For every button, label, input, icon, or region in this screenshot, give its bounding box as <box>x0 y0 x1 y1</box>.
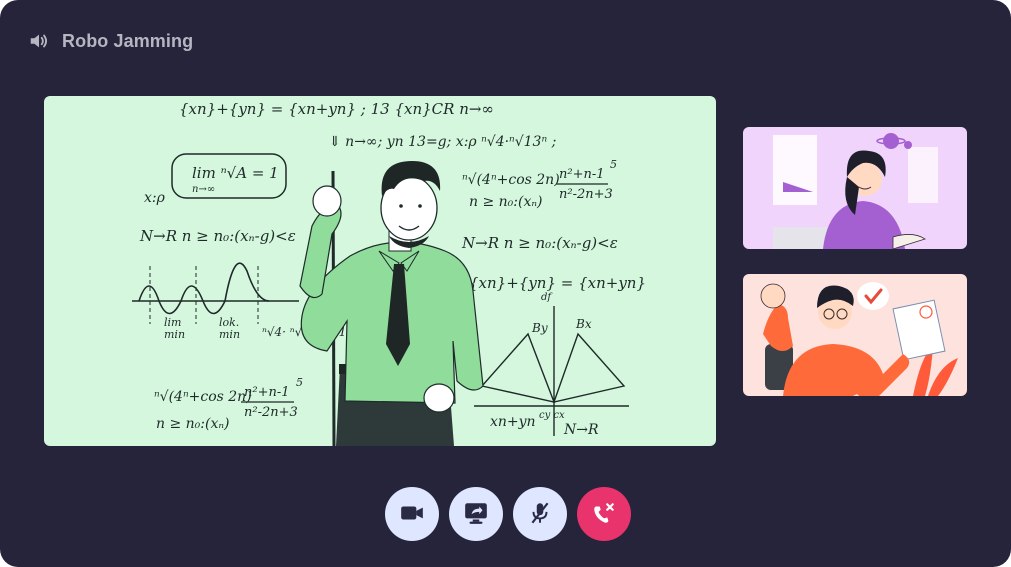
board-formula: xn+yn <box>490 414 536 430</box>
teacher-figure <box>299 161 484 446</box>
call-window: Robo Jamming {xn}+{yn} = {xn+yn} ; 13 {x… <box>0 0 1011 567</box>
board-formula: n²+n-1 <box>244 385 290 400</box>
board-formula: cy cx <box>539 410 565 421</box>
board-formula: {xn}+{yn} = {xn+yn} <box>469 274 646 292</box>
student-boy-illustration <box>760 282 958 396</box>
end-call-button[interactable] <box>577 487 631 541</box>
mute-button[interactable] <box>513 487 567 541</box>
board-formula: df <box>541 292 553 303</box>
board-formula: n²+n-1 <box>559 167 605 182</box>
board-formula: N→R n ≥ n₀:(xₙ-g)<ε <box>461 234 618 252</box>
camera-button[interactable] <box>385 487 439 541</box>
call-header: Robo Jamming <box>28 30 193 52</box>
teacher-illustration: {xn}+{yn} = {xn+yn} ; 13 {xn}CR n→∞ ⇓ n→… <box>132 100 646 446</box>
board-formula: n ≥ n₀:(xₙ) <box>156 416 230 432</box>
board-formula: 5 <box>296 376 303 389</box>
board-formula: Bx <box>575 317 592 331</box>
board-formula: {xn}+{yn} = {xn+yn} ; 13 {xn}CR n→∞ <box>179 100 494 118</box>
participant-video-1[interactable] <box>743 127 967 249</box>
board-formula: By <box>531 321 548 335</box>
end-call-icon <box>591 500 617 529</box>
board-formula: N→R <box>563 422 599 438</box>
board-formula: 5 <box>610 158 617 171</box>
board-formula: x:ρ <box>144 190 166 206</box>
board-formula: lim ⁿ√A = 1 <box>192 164 279 182</box>
board-formula: ⇓ n→∞; yn 13=g; x:ρ ⁿ√4·ⁿ√13ⁿ ; <box>329 134 556 150</box>
participant-video-2[interactable] <box>743 274 967 396</box>
call-controls <box>385 487 631 541</box>
board-formula: n²-2n+3 <box>244 405 298 420</box>
board-formula: min <box>164 328 185 341</box>
main-video-feed[interactable]: {xn}+{yn} = {xn+yn} ; 13 {xn}CR n→∞ ⇓ n→… <box>44 96 716 446</box>
board-formula: ⁿ√(4ⁿ+cos 2n) <box>154 389 252 405</box>
screen-share-button[interactable] <box>449 487 503 541</box>
screen-share-icon <box>463 500 489 529</box>
speaker-icon[interactable] <box>28 30 50 52</box>
board-formula: n→∞ <box>192 184 215 195</box>
board-formula: min <box>219 328 240 341</box>
board-formula: ⁿ√(4ⁿ+cos 2n) <box>462 172 560 188</box>
board-formula: n ≥ n₀:(xₙ) <box>469 194 543 210</box>
camera-icon <box>399 500 425 529</box>
student-girl-illustration <box>773 133 938 249</box>
mic-off-icon <box>527 500 553 529</box>
call-title: Robo Jamming <box>62 30 194 51</box>
board-formula: N→R n ≥ n₀:(xₙ-g)<ε <box>139 227 296 245</box>
board-formula: n²-2n+3 <box>559 187 613 202</box>
